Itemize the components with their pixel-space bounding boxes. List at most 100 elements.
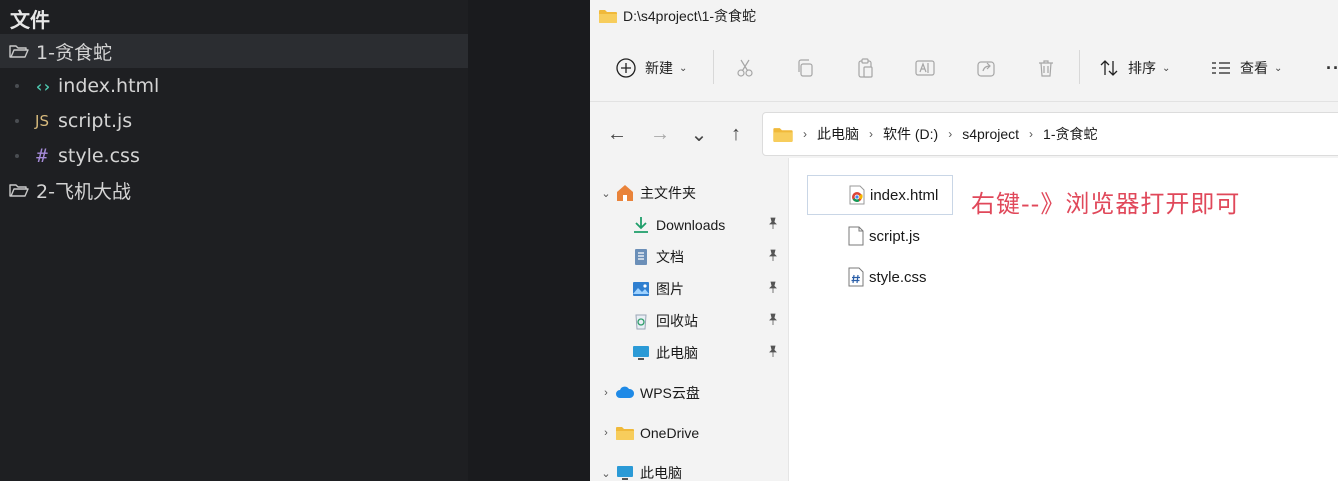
editor-file-sidebar: 文件 1-贪食蛇 ‹› index.html JS script.js # st… [0,0,468,481]
tree-label: 1-贪食蛇 [36,41,112,64]
rename-icon [914,57,936,79]
pictures-icon [630,279,652,299]
plus-circle-icon [615,57,637,79]
home-icon [614,183,636,203]
breadcrumb-s4project[interactable]: s4project [962,126,1019,142]
toolbar-divider [1079,50,1080,84]
forward-button[interactable]: → [646,120,674,148]
css-file-icon [847,267,865,287]
address-bar[interactable]: › 此电脑 › 软件 (D:) › s4project › 1-贪食蛇 [762,112,1338,156]
share-icon [975,57,997,79]
sidebar-title: 文件 [10,8,50,32]
trash-icon [1035,57,1057,79]
more-options-button[interactable]: ··· [1326,58,1338,79]
breadcrumb-this-pc[interactable]: 此电脑 [817,124,859,144]
css-file-icon: # [36,145,48,167]
toolbar-divider [713,50,714,84]
file-item-script-js[interactable]: script.js [807,216,953,256]
window-title-bar: D:\s4project\1-贪食蛇 [599,6,756,26]
nav-quick-this-pc[interactable]: 此电脑 [630,338,698,368]
file-name: index.html [870,186,939,204]
paste-button[interactable] [854,44,876,92]
command-bar: 新建 ⌄ 排序 ⌄ 查看 ⌄ · [590,44,1338,100]
file-name: style.css [869,268,927,286]
new-button[interactable]: 新建 ⌄ [615,44,687,92]
tree-file-script-js[interactable]: JS script.js [0,104,468,138]
tree-file-style-css[interactable]: # style.css [0,139,468,173]
breadcrumb-separator[interactable]: › [869,127,873,141]
share-button[interactable] [975,44,997,92]
download-icon [630,215,652,235]
breadcrumb-separator[interactable]: › [1029,127,1033,141]
file-item-style-css[interactable]: style.css [807,257,953,297]
tree-folder-snake[interactable]: 1-贪食蛇 [0,34,468,68]
recent-locations-button[interactable]: ⌄ [685,120,713,148]
document-icon [630,247,652,267]
file-item-index-html[interactable]: index.html [807,175,953,215]
breadcrumb-current-folder[interactable]: 1-贪食蛇 [1043,124,1097,144]
nav-home[interactable]: ⌄ 主文件夹 [598,178,696,208]
folder-icon [614,423,636,443]
list-view-icon [1210,57,1232,79]
sort-button[interactable]: 排序 ⌄ [1098,44,1170,92]
folder-icon [599,10,617,23]
nav-onedrive[interactable]: › OneDrive [598,418,699,448]
folder-icon [773,127,793,142]
chevron-down-icon[interactable]: ⌄ [598,467,614,480]
breadcrumb-drive-d[interactable]: 软件 (D:) [883,124,938,144]
html-file-icon: ‹› [34,76,51,96]
nav-quick-downloads[interactable]: Downloads [630,210,725,240]
copy-icon [794,57,816,79]
editor-background [468,0,590,481]
nav-this-pc[interactable]: ⌄ 此电脑 [598,458,682,481]
file-list: index.html script.js style.css 右键--》浏览器打… [789,158,1338,481]
computer-icon [614,463,636,481]
copy-button[interactable] [794,44,816,92]
tree-label: script.js [58,110,133,132]
nav-quick-pictures[interactable]: 图片 [630,274,684,304]
delete-button[interactable] [1035,44,1057,92]
computer-icon [630,343,652,363]
chrome-html-icon [848,185,866,205]
breadcrumb-separator[interactable]: › [803,127,807,141]
folder-open-icon [9,184,29,197]
chevron-right-icon[interactable]: › [598,387,614,399]
tree-label: 2-飞机大战 [36,180,131,203]
annotation-text: 右键--》浏览器打开即可 [971,190,1241,218]
up-button[interactable]: ↑ [722,120,750,148]
sort-icon [1098,57,1120,79]
back-button[interactable]: ← [603,120,631,148]
pin-icon[interactable] [767,281,779,296]
rename-button[interactable] [914,44,936,92]
chevron-down-icon: ⌄ [679,62,688,74]
nav-quick-recycle-bin[interactable]: 回收站 [630,306,698,336]
nav-quick-documents[interactable]: 文档 [630,242,684,272]
pin-icon[interactable] [767,345,779,360]
nav-wps-cloud[interactable]: › WPS云盘 [598,378,700,408]
file-explorer-window: D:\s4project\1-贪食蛇 新建 ⌄ 排序 ⌄ 查看 ⌄ · ← → … [590,0,1338,481]
tree-file-index-html[interactable]: ‹› index.html [0,69,468,103]
clipboard-icon [854,57,876,79]
navigation-pane: ⌄ 主文件夹 Downloads 文档 图片 回收站 此电脑 › WPS云盘 ›… [590,168,788,481]
tree-label: style.css [58,145,140,167]
view-button[interactable]: 查看 ⌄ [1210,44,1282,92]
cut-button[interactable] [734,44,756,92]
scissors-icon [734,57,756,79]
tree-folder-plane[interactable]: 2-飞机大战 [0,173,468,207]
chevron-down-icon: ⌄ [1274,62,1283,74]
pin-icon[interactable] [767,217,779,232]
cloud-icon [614,383,636,403]
tree-label: index.html [58,75,160,97]
recycle-bin-icon [630,311,652,331]
pin-icon[interactable] [767,313,779,328]
pin-icon[interactable] [767,249,779,264]
js-file-icon: JS [35,112,49,130]
folder-open-icon [9,45,29,58]
chevron-down-icon[interactable]: ⌄ [598,187,614,200]
chevron-right-icon[interactable]: › [598,427,614,439]
file-name: script.js [869,227,920,245]
blank-file-icon [847,226,865,246]
window-title: D:\s4project\1-贪食蛇 [623,8,757,24]
chevron-down-icon: ⌄ [1162,62,1171,74]
breadcrumb-separator[interactable]: › [948,127,952,141]
